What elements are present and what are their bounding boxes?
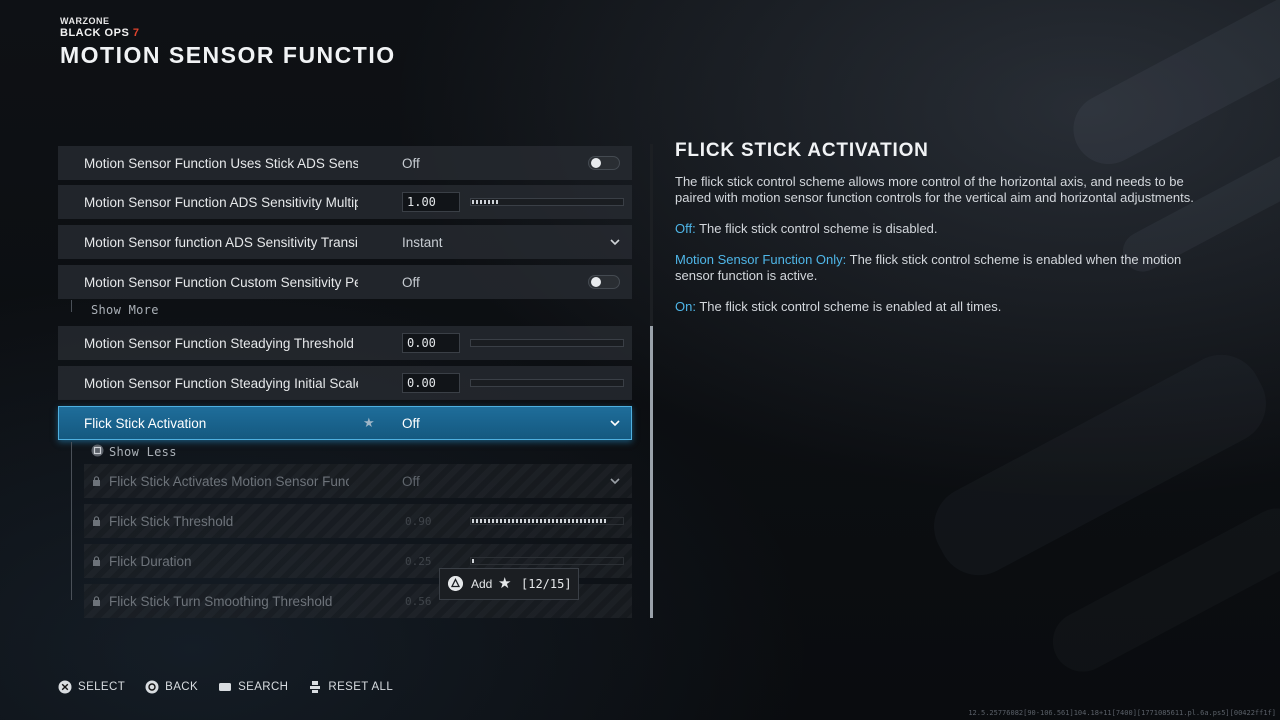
select-label: SELECT	[78, 681, 126, 693]
setting-label: Flick Duration	[109, 553, 192, 569]
slider-fill	[472, 559, 475, 563]
detail-panel: FLICK STICK ACTIVATION The flick stick c…	[675, 140, 1220, 315]
option-name: Motion Sensor Function Only:	[675, 252, 847, 267]
value-slider[interactable]	[470, 339, 624, 347]
tree-line	[71, 442, 72, 600]
l3-stick-icon	[310, 681, 321, 693]
scrollbar-thumb[interactable]	[650, 326, 653, 618]
reset-all-label: RESET ALL	[328, 681, 394, 693]
circle-button-icon	[145, 680, 159, 694]
setting-value: Off	[402, 415, 420, 431]
show-less-button[interactable]: Show Less	[109, 445, 177, 459]
build-version-text: 12.5.25776082[90-106.561]104.18+11[7400]…	[968, 709, 1276, 717]
setting-label: Flick Stick Activation	[84, 415, 207, 431]
setting-label: Motion Sensor Function Uses Stick ADS Se…	[84, 155, 358, 171]
tooltip-action: Add	[471, 577, 493, 591]
setting-row-flick-stick-activates-msf: Flick Stick Activates Motion Sensor Func…	[84, 464, 632, 498]
setting-row-flick-stick-activation[interactable]: Flick Stick Activation ★ Off	[58, 406, 632, 440]
chevron-down-icon[interactable]	[610, 418, 620, 428]
toggle-switch[interactable]	[588, 156, 620, 170]
setting-row-uses-stick-ads-sensitivity[interactable]: Motion Sensor Function Uses Stick ADS Se…	[58, 146, 632, 180]
add-favorite-tooltip[interactable]: Add ★ [12/15]	[439, 568, 579, 600]
lock-icon	[93, 556, 100, 566]
setting-label: Motion Sensor Function Steadying Initial…	[84, 375, 358, 391]
value-slider[interactable]	[470, 379, 624, 387]
value-input[interactable]: 1.00	[402, 192, 460, 212]
chevron-down-icon[interactable]	[610, 237, 620, 247]
scrollbar[interactable]	[650, 144, 653, 618]
value-input[interactable]: 0.00	[402, 373, 460, 393]
setting-label: Flick Stick Threshold	[109, 513, 234, 529]
setting-value: 0.25	[405, 554, 432, 568]
option-text: The flick stick control scheme is disabl…	[695, 221, 938, 236]
option-text: The flick stick control scheme is enable…	[695, 299, 1002, 314]
select-prompt[interactable]: SELECT	[58, 680, 125, 694]
value-slider[interactable]	[470, 198, 624, 206]
value-slider	[470, 517, 624, 525]
page-title: MOTION SENSOR FUNCTION A	[60, 42, 395, 68]
reset-all-prompt[interactable]: RESET ALL	[308, 680, 393, 694]
toggle-knob	[591, 277, 601, 287]
setting-row-flick-stick-threshold: Flick Stick Threshold 0.90	[84, 504, 632, 538]
slider-fill	[472, 200, 499, 204]
setting-label: Flick Stick Activates Motion Sensor Func…	[109, 473, 349, 489]
setting-row-ads-sensitivity-multiplier[interactable]: Motion Sensor Function ADS Sensitivity M…	[58, 185, 632, 219]
value-slider	[470, 557, 624, 565]
star-icon: ★	[498, 575, 512, 592]
option-name: Off:	[675, 221, 696, 236]
setting-label: Motion Sensor Function Custom Sensitivit…	[84, 274, 358, 290]
value-input[interactable]: 0.00	[402, 333, 460, 353]
search-prompt[interactable]: SEARCH	[218, 680, 288, 694]
setting-value: Off	[402, 155, 420, 171]
detail-title: FLICK STICK ACTIVATION	[675, 140, 929, 161]
setting-value: 0.90	[405, 514, 432, 528]
setting-value: Instant	[402, 234, 443, 250]
search-label: SEARCH	[238, 681, 289, 693]
button-prompt-bar: SELECT BACK SEARCH RESET ALL	[58, 680, 413, 694]
detail-option: Motion Sensor Function Only: The flick s…	[675, 252, 1220, 284]
lock-icon	[93, 596, 100, 606]
setting-value: Off	[402, 473, 420, 489]
show-more-button[interactable]: Show More	[91, 303, 159, 317]
touchpad-icon	[219, 683, 232, 691]
black-ops-logo-text: BLACK OPS 7	[60, 27, 140, 39]
setting-row-custom-sensitivity-per-zoom[interactable]: Motion Sensor Function Custom Sensitivit…	[58, 265, 632, 299]
detail-option: On: The flick stick control scheme is en…	[675, 299, 1220, 315]
setting-value: Off	[402, 274, 420, 290]
setting-label: Motion Sensor function ADS Sensitivity T…	[84, 234, 358, 250]
setting-row-steadying-initial-scale[interactable]: Motion Sensor Function Steadying Initial…	[58, 366, 632, 400]
option-name: On:	[675, 299, 696, 314]
back-prompt[interactable]: BACK	[145, 680, 198, 694]
lock-icon	[93, 516, 100, 526]
setting-value: 0.56	[405, 594, 432, 608]
favorites-count: [12/15]	[521, 577, 572, 591]
back-label: BACK	[165, 681, 199, 693]
warzone-logo-text: WARZONE	[60, 16, 110, 26]
triangle-button-icon	[448, 576, 463, 591]
setting-row-ads-sensitivity-transition[interactable]: Motion Sensor function ADS Sensitivity T…	[58, 225, 632, 259]
slider-fill	[472, 519, 607, 523]
setting-label: Flick Stick Turn Smoothing Threshold	[109, 593, 333, 609]
collapse-icon[interactable]	[91, 444, 104, 457]
cross-button-icon	[58, 680, 72, 694]
setting-row-steadying-threshold[interactable]: Motion Sensor Function Steadying Thresho…	[58, 326, 632, 360]
detail-option: Off: The flick stick control scheme is d…	[675, 221, 1220, 237]
toggle-knob	[591, 158, 601, 168]
tree-line	[71, 300, 72, 312]
lock-icon	[93, 476, 100, 486]
chevron-down-icon	[610, 478, 620, 485]
setting-label: Motion Sensor Function ADS Sensitivity M…	[84, 194, 358, 210]
detail-description: The flick stick control scheme allows mo…	[675, 174, 1194, 205]
game-logo: WARZONE BLACK OPS 7	[60, 16, 139, 39]
toggle-switch[interactable]	[588, 275, 620, 289]
favorite-star-icon[interactable]: ★	[363, 415, 375, 431]
setting-label: Motion Sensor Function Steadying Thresho…	[84, 335, 354, 351]
